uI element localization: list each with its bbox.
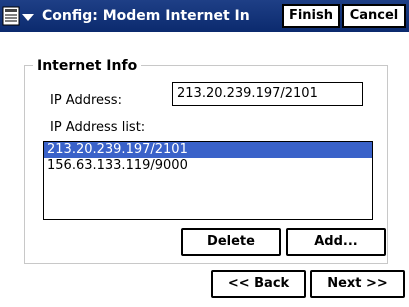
list-item[interactable]: 213.20.239.197/2101 [44, 142, 372, 158]
ip-address-label: IP Address: [50, 93, 122, 108]
delete-button[interactable]: Delete [181, 228, 281, 256]
start-menu-button[interactable] [2, 3, 40, 29]
cancel-button[interactable]: Cancel [342, 4, 406, 28]
group-title: Internet Info [33, 57, 142, 75]
ip-address-list[interactable]: 213.20.239.197/2101 156.63.133.119/9000 [43, 141, 373, 220]
list-item[interactable]: 156.63.133.119/9000 [44, 158, 372, 174]
window-title: Config: Modem Internet In [42, 8, 250, 24]
app-menu-icon [2, 6, 20, 26]
finish-button[interactable]: Finish [282, 4, 340, 28]
caret-down-icon [22, 13, 34, 21]
add-button[interactable]: Add... [286, 228, 386, 256]
title-bar: Config: Modem Internet In Finish Cancel [0, 0, 409, 32]
back-button[interactable]: << Back [211, 270, 306, 298]
ip-address-list-label: IP Address list: [50, 120, 146, 135]
ip-address-input[interactable]: 213.20.239.197/2101 [172, 82, 363, 106]
next-button[interactable]: Next >> [310, 270, 405, 298]
